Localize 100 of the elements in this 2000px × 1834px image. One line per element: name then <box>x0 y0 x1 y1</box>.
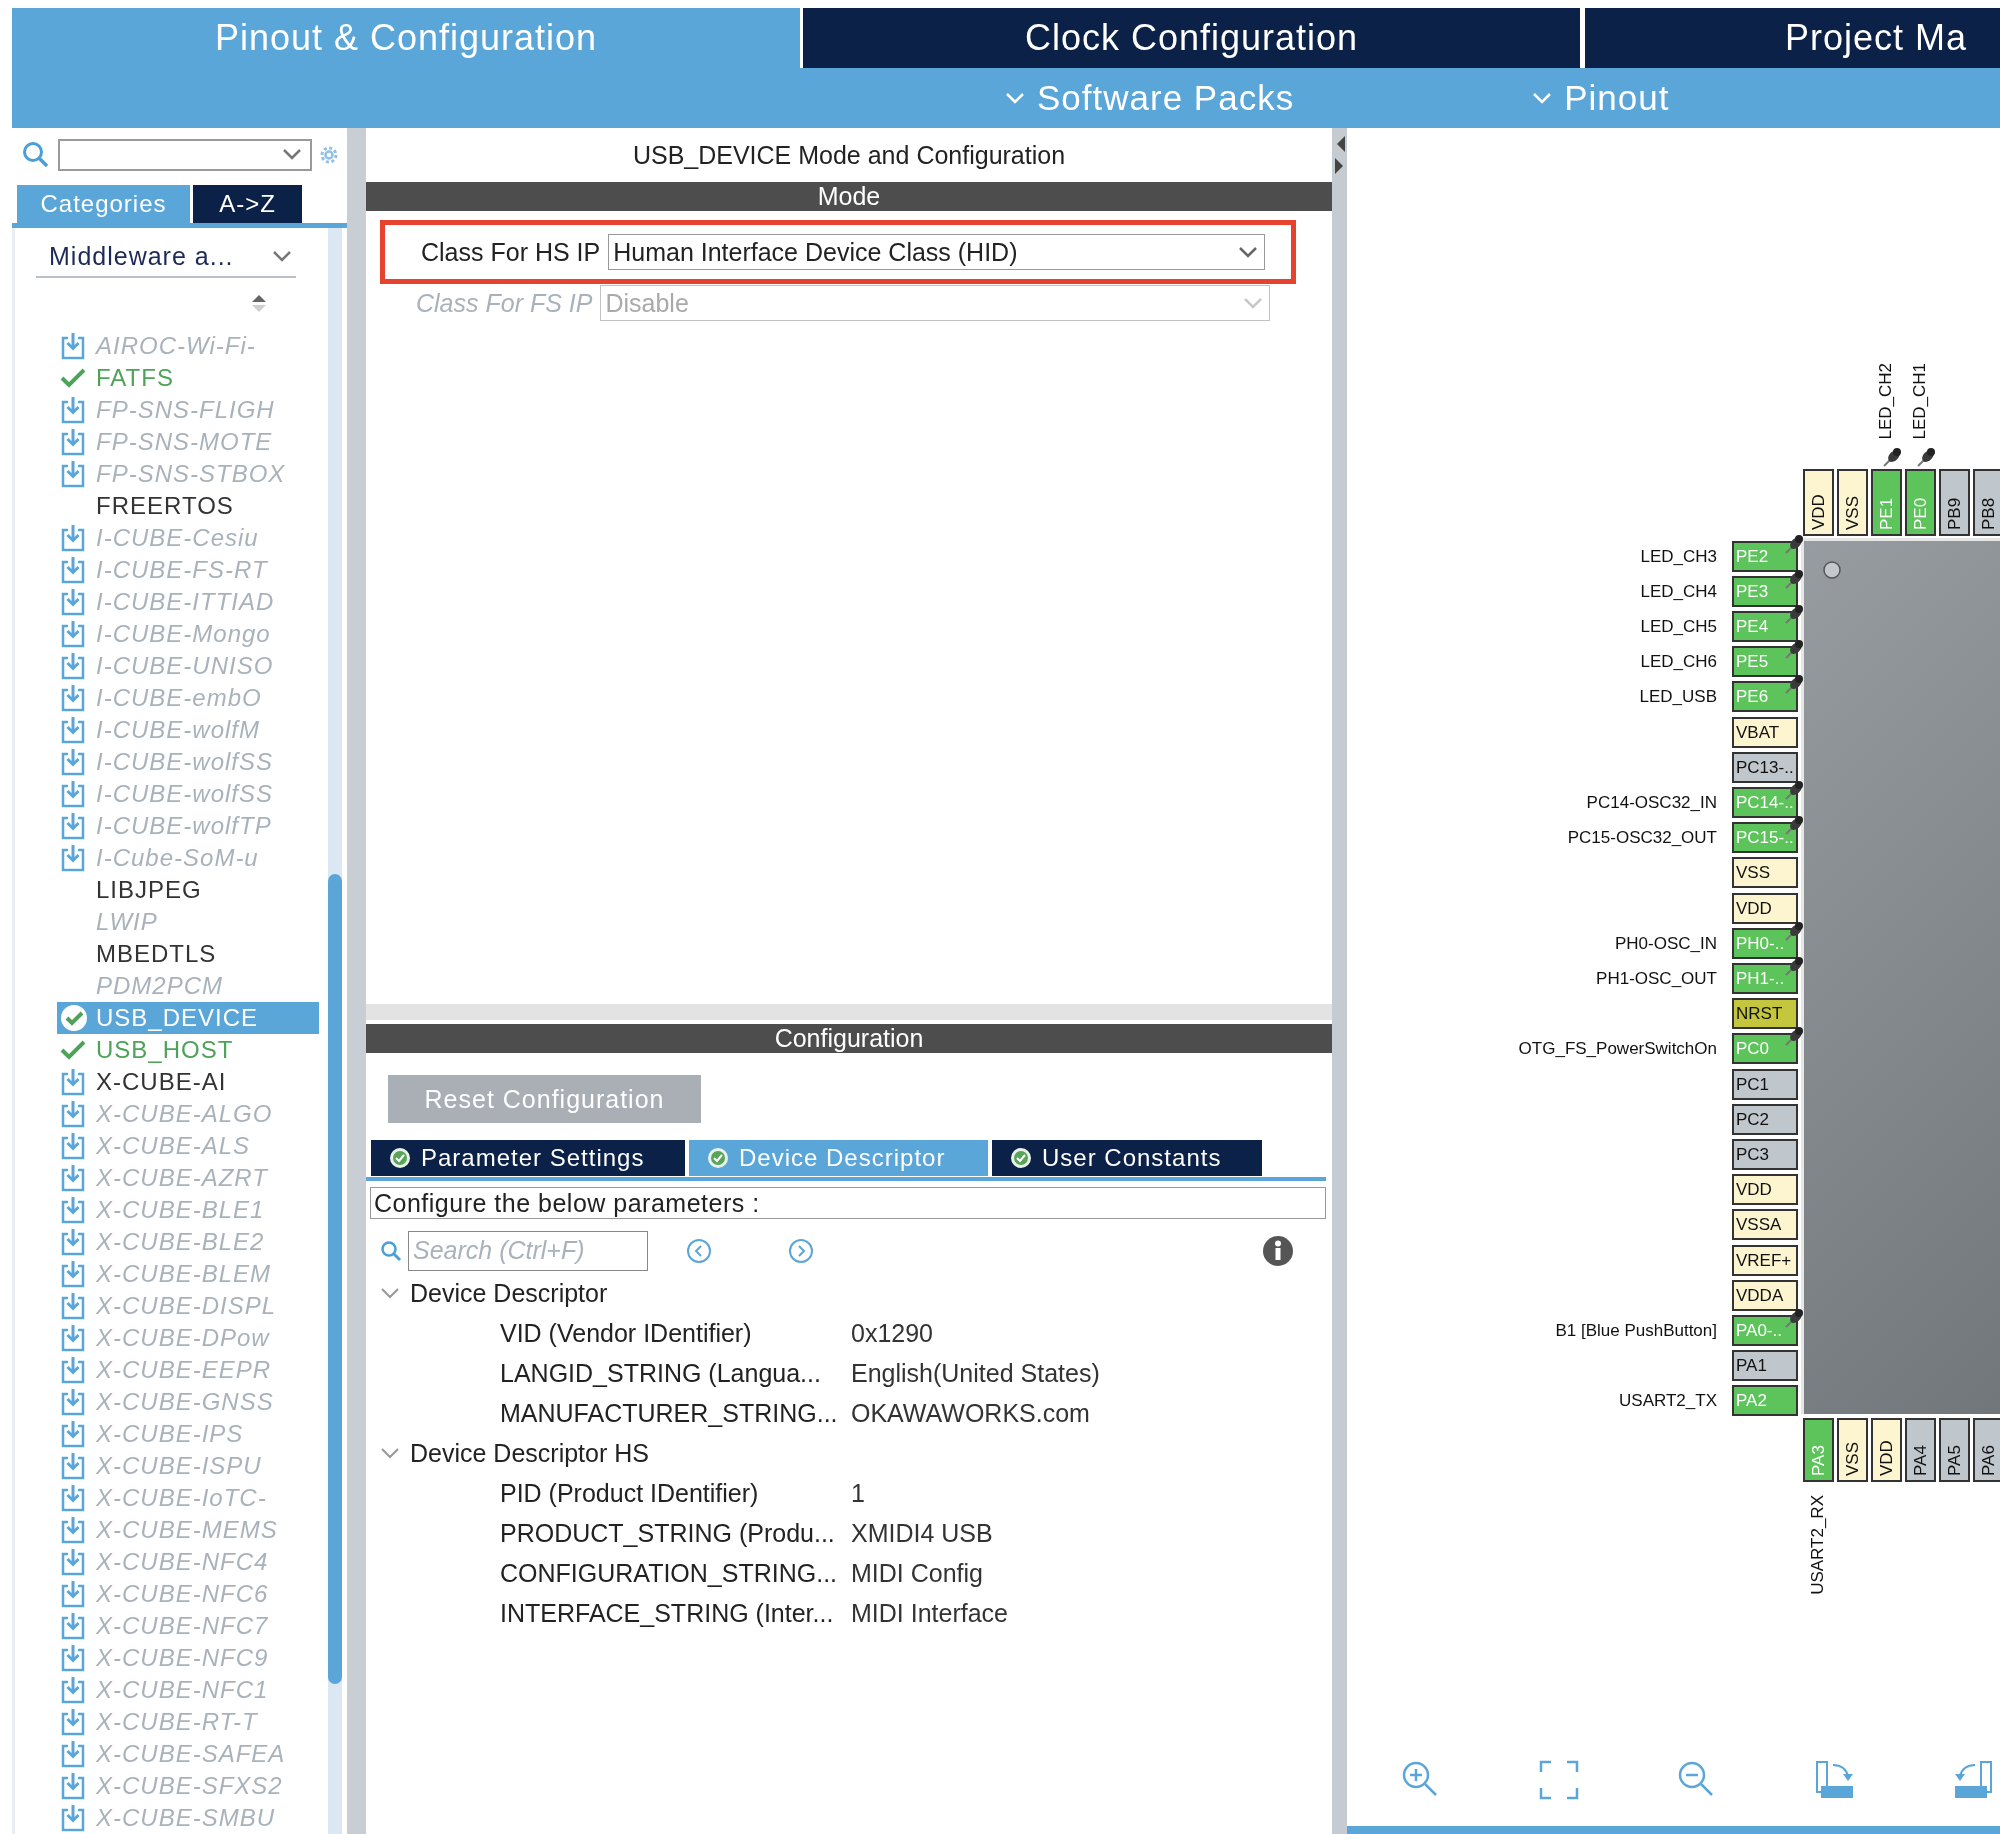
pin[interactable]: VBAT <box>1732 716 1798 748</box>
pin[interactable]: VDD <box>1732 892 1798 924</box>
list-item[interactable]: MBEDTLS <box>57 938 319 970</box>
pin[interactable]: PH0-.. <box>1732 927 1798 959</box>
pin[interactable]: PH1-.. <box>1732 962 1798 994</box>
pin-label: LED_CH6 <box>1640 652 1717 673</box>
pin[interactable]: PB8 <box>1973 469 2000 536</box>
search-field[interactable]: Search (Ctrl+F) <box>408 1230 648 1271</box>
pin[interactable]: VDD <box>1871 1418 1902 1482</box>
menu-button[interactable]: Software Packs <box>1005 78 1295 118</box>
parameter-name: INTERFACE_STRING (Inter... <box>500 1598 835 1628</box>
info-icon[interactable] <box>1262 1234 1294 1267</box>
download-icon <box>60 780 86 808</box>
pin[interactable]: PA2 <box>1732 1385 1798 1417</box>
sort-icon[interactable] <box>250 294 268 314</box>
view-tab[interactable]: Categories <box>17 185 190 223</box>
pin[interactable]: PC13-.. <box>1732 751 1798 783</box>
pin[interactable]: PE1 <box>1871 469 1902 536</box>
pin[interactable]: PB9 <box>1939 469 1970 536</box>
tab[interactable]: Device Descriptor <box>689 1140 988 1176</box>
pin[interactable]: PC1 <box>1732 1068 1798 1100</box>
download-icon <box>60 1740 86 1768</box>
list-item[interactable]: LIBJPEG <box>57 874 319 906</box>
check-icon <box>60 1038 86 1062</box>
list-item[interactable]: X-CUBE-AI <box>57 1066 319 1098</box>
view-tab[interactable]: A->Z <box>193 185 302 223</box>
pin[interactable]: PE2 <box>1732 540 1798 572</box>
search-icon <box>380 1239 402 1262</box>
search-dropdown[interactable] <box>58 138 312 171</box>
pin[interactable]: VDD <box>1732 1174 1798 1206</box>
download-icon <box>60 1068 86 1096</box>
expand-arrow-icon[interactable] <box>1334 158 1345 174</box>
scrollbar[interactable] <box>328 228 342 1834</box>
pin[interactable]: PC14-.. <box>1732 786 1798 818</box>
pin-label: LED_CH5 <box>1640 616 1717 637</box>
fit-screen-icon[interactable] <box>1539 1760 1579 1800</box>
next-icon[interactable] <box>788 1237 814 1264</box>
download-icon <box>60 1804 86 1832</box>
rotate-left-icon[interactable] <box>1953 1760 1993 1800</box>
pin[interactable]: PE6 <box>1732 681 1798 713</box>
hint-text: Configure the below parameters : <box>370 1187 1326 1219</box>
pin[interactable]: VDD <box>1803 469 1834 536</box>
expand-icon[interactable] <box>380 1285 400 1301</box>
list-item[interactable]: FATFS <box>57 362 319 394</box>
pin[interactable]: PC15-.. <box>1732 822 1798 854</box>
pin[interactable]: PA1 <box>1732 1350 1798 1382</box>
pin[interactable]: PE5 <box>1732 646 1798 678</box>
rotate-right-icon[interactable] <box>1815 1760 1855 1800</box>
pin[interactable]: PC2 <box>1732 1103 1798 1135</box>
tab[interactable]: Clock Configuration <box>803 8 1580 68</box>
pin[interactable]: PA5 <box>1939 1418 1970 1482</box>
dropdown[interactable]: Human Interface Device Class (HID) <box>608 234 1265 270</box>
download-icon <box>60 1324 86 1352</box>
pin-label: LED_CH4 <box>1640 581 1717 602</box>
pin[interactable]: PC0 <box>1732 1033 1798 1065</box>
parameter-name: VID (Vendor IDentifier) <box>500 1318 753 1348</box>
download-icon <box>60 748 86 776</box>
download-icon <box>60 716 86 744</box>
pin1-marker-icon <box>1822 560 1842 580</box>
previous-icon[interactable] <box>686 1237 712 1264</box>
pin[interactable]: PC3 <box>1732 1138 1798 1170</box>
download-icon <box>60 1452 86 1480</box>
tab[interactable]: Pinout & Configuration <box>12 8 800 68</box>
pin[interactable]: NRST <box>1732 998 1798 1030</box>
list-item[interactable]: FREERTOS <box>57 490 319 522</box>
pin[interactable]: VSS <box>1837 1418 1868 1482</box>
menu-button[interactable]: Pinout <box>1532 78 1670 118</box>
tab[interactable]: User Constants <box>992 1140 1262 1176</box>
download-icon <box>60 332 86 360</box>
chevron-down-icon <box>1532 91 1553 105</box>
pin[interactable]: PA0-.. <box>1732 1314 1798 1346</box>
pin-label: USART2_TX <box>1619 1391 1717 1412</box>
pin[interactable]: VSS <box>1732 857 1798 889</box>
pin[interactable]: VREF+ <box>1732 1244 1798 1276</box>
pin-label: PC15-OSC32_OUT <box>1567 828 1717 849</box>
pin[interactable]: PA3 <box>1803 1418 1834 1482</box>
pin[interactable]: PE0 <box>1905 469 1936 536</box>
pin[interactable]: PE3 <box>1732 575 1798 607</box>
category-dropdown[interactable]: Middleware a... <box>36 236 296 278</box>
parameter-name: PID (Product IDentifier) <box>500 1478 760 1508</box>
caret-icon <box>282 148 302 161</box>
download-icon <box>60 652 86 680</box>
download-icon <box>60 428 86 456</box>
tab[interactable]: Parameter Settings <box>371 1140 685 1176</box>
pin[interactable]: VSSA <box>1732 1209 1798 1241</box>
pin[interactable]: PA6 <box>1973 1418 2000 1482</box>
expand-icon[interactable] <box>380 1445 400 1461</box>
parameter-value: 0x1290 <box>851 1318 934 1348</box>
pin[interactable]: VSS <box>1837 469 1868 536</box>
pin[interactable]: PA4 <box>1905 1418 1936 1482</box>
list-item[interactable]: USB_HOST <box>57 1034 319 1066</box>
tab[interactable]: Project Ma <box>1585 8 2000 68</box>
reset-button[interactable]: Reset Configuration <box>388 1075 701 1123</box>
pin[interactable]: VDDA <box>1732 1279 1798 1311</box>
download-icon <box>60 1228 86 1256</box>
pin[interactable]: PE4 <box>1732 610 1798 642</box>
group-title: Device Descriptor <box>410 1278 608 1308</box>
list-item[interactable]: USB_DEVICE <box>57 1002 319 1034</box>
section-header: Mode <box>366 182 1332 211</box>
caret-icon <box>1238 245 1258 259</box>
